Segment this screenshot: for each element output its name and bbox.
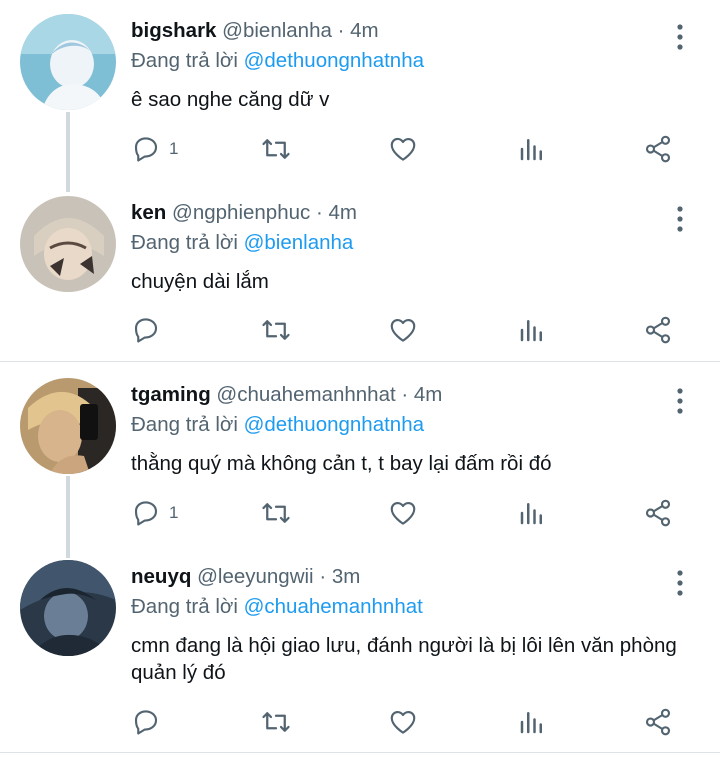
- reply-count: 1: [169, 503, 179, 522]
- display-name[interactable]: bigshark: [131, 19, 216, 42]
- reply-icon: [134, 318, 158, 343]
- mention-link[interactable]: @chuahemanhnhat: [244, 595, 423, 618]
- analytics-icon: [520, 139, 542, 161]
- tweet[interactable]: bigshark @bienlanha · 4m Đang trả lời @d…: [0, 14, 720, 184]
- views-button[interactable]: [517, 705, 547, 739]
- avatar[interactable]: [20, 196, 116, 292]
- reply-feed: bigshark @bienlanha · 4m Đang trả lời @d…: [0, 0, 720, 762]
- replying-to: Đang trả lời @dethuongnhatnha: [131, 412, 424, 438]
- more-options-icon[interactable]: [670, 566, 690, 600]
- like-button[interactable]: [387, 132, 419, 166]
- tweet-text: chuyện dài lắm: [131, 270, 269, 293]
- tweet[interactable]: ken @ngphienphuc · 4m Đang trả lời @bien…: [0, 196, 720, 356]
- reply-icon: [134, 501, 158, 526]
- share-button[interactable]: [643, 496, 673, 530]
- avatar[interactable]: [20, 378, 116, 474]
- share-button[interactable]: [643, 132, 673, 166]
- heart-icon: [390, 501, 416, 525]
- replying-prefix: Đang trả lời: [131, 231, 238, 254]
- separator-dot: ·: [319, 565, 327, 588]
- share-button[interactable]: [643, 705, 673, 739]
- heart-icon: [390, 137, 416, 161]
- separator-dot: ·: [337, 19, 345, 42]
- like-button[interactable]: [387, 496, 419, 530]
- share-icon: [645, 708, 671, 736]
- heart-icon: [390, 710, 416, 734]
- retweet-icon: [262, 139, 290, 159]
- tweet-text: cmn đang là hội giao lưu, đánh người là …: [131, 634, 677, 684]
- reply-button[interactable]: 1: [131, 496, 178, 530]
- replying-prefix: Đang trả lời: [131, 49, 238, 72]
- heart-icon: [390, 318, 416, 342]
- reply-icon: [134, 710, 158, 735]
- retweet-button[interactable]: [259, 705, 293, 739]
- display-name[interactable]: tgaming: [131, 383, 211, 406]
- tweet-text: ê sao nghe căng dữ v: [131, 88, 330, 111]
- retweet-button[interactable]: [259, 496, 293, 530]
- share-icon: [645, 499, 671, 527]
- share-button[interactable]: [643, 313, 673, 347]
- tweet-text: thằng quý mà không cản t, t bay lại đấm …: [131, 452, 552, 475]
- reply-button[interactable]: 1: [131, 132, 178, 166]
- timestamp[interactable]: 4m: [414, 383, 442, 406]
- views-button[interactable]: [517, 313, 547, 347]
- tweet[interactable]: neuyq @leeyungwii · 3m Đang trả lời @chu…: [0, 560, 720, 750]
- display-name[interactable]: neuyq: [131, 565, 191, 588]
- mention-link[interactable]: @bienlanha: [244, 231, 354, 254]
- retweet-button[interactable]: [259, 132, 293, 166]
- user-handle[interactable]: @chuahemanhnhat: [216, 383, 395, 406]
- like-button[interactable]: [387, 705, 419, 739]
- replying-to: Đang trả lời @dethuongnhatnha: [131, 48, 424, 74]
- tweet-header: neuyq @leeyungwii · 3m: [131, 564, 360, 590]
- views-button[interactable]: [517, 496, 547, 530]
- action-bar: 1: [131, 132, 691, 166]
- retweet-button[interactable]: [259, 313, 293, 347]
- action-bar: [131, 313, 691, 347]
- action-bar: [131, 705, 691, 739]
- conversation-divider: [0, 752, 720, 753]
- replying-to: Đang trả lời @chuahemanhnhat: [131, 594, 423, 620]
- like-button[interactable]: [387, 313, 419, 347]
- user-handle[interactable]: @bienlanha: [222, 19, 332, 42]
- avatar[interactable]: [20, 14, 116, 110]
- timestamp[interactable]: 4m: [350, 19, 378, 42]
- user-handle[interactable]: @leeyungwii: [197, 565, 314, 588]
- mention-link[interactable]: @dethuongnhatnha: [244, 49, 424, 72]
- avatar[interactable]: [20, 560, 116, 656]
- reply-button[interactable]: [131, 313, 169, 347]
- more-options-icon[interactable]: [670, 20, 690, 54]
- tweet-header: bigshark @bienlanha · 4m: [131, 18, 379, 44]
- reply-icon: [134, 137, 158, 162]
- replying-prefix: Đang trả lời: [131, 413, 238, 436]
- action-bar: 1: [131, 496, 691, 530]
- retweet-icon: [262, 320, 290, 340]
- replying-prefix: Đang trả lời: [131, 595, 238, 618]
- retweet-icon: [262, 712, 290, 732]
- retweet-icon: [262, 503, 290, 523]
- user-handle[interactable]: @ngphienphuc: [172, 201, 310, 224]
- tweet-header: tgaming @chuahemanhnhat · 4m: [131, 382, 442, 408]
- separator-dot: ·: [401, 383, 409, 406]
- views-button[interactable]: [517, 132, 547, 166]
- tweet[interactable]: tgaming @chuahemanhnhat · 4m Đang trả lờ…: [0, 378, 720, 548]
- conversation-divider: [0, 361, 720, 362]
- analytics-icon: [520, 712, 542, 734]
- share-icon: [645, 135, 671, 163]
- reply-button[interactable]: [131, 705, 169, 739]
- separator-dot: ·: [315, 201, 323, 224]
- tweet-header: ken @ngphienphuc · 4m: [131, 200, 357, 226]
- timestamp[interactable]: 4m: [329, 201, 357, 224]
- more-options-icon[interactable]: [670, 202, 690, 236]
- analytics-icon: [520, 320, 542, 342]
- analytics-icon: [520, 503, 542, 525]
- timestamp[interactable]: 3m: [332, 565, 360, 588]
- display-name[interactable]: ken: [131, 201, 166, 224]
- more-options-icon[interactable]: [670, 384, 690, 418]
- replying-to: Đang trả lời @bienlanha: [131, 230, 353, 256]
- mention-link[interactable]: @dethuongnhatnha: [244, 413, 424, 436]
- share-icon: [645, 316, 671, 344]
- reply-count: 1: [169, 139, 179, 158]
